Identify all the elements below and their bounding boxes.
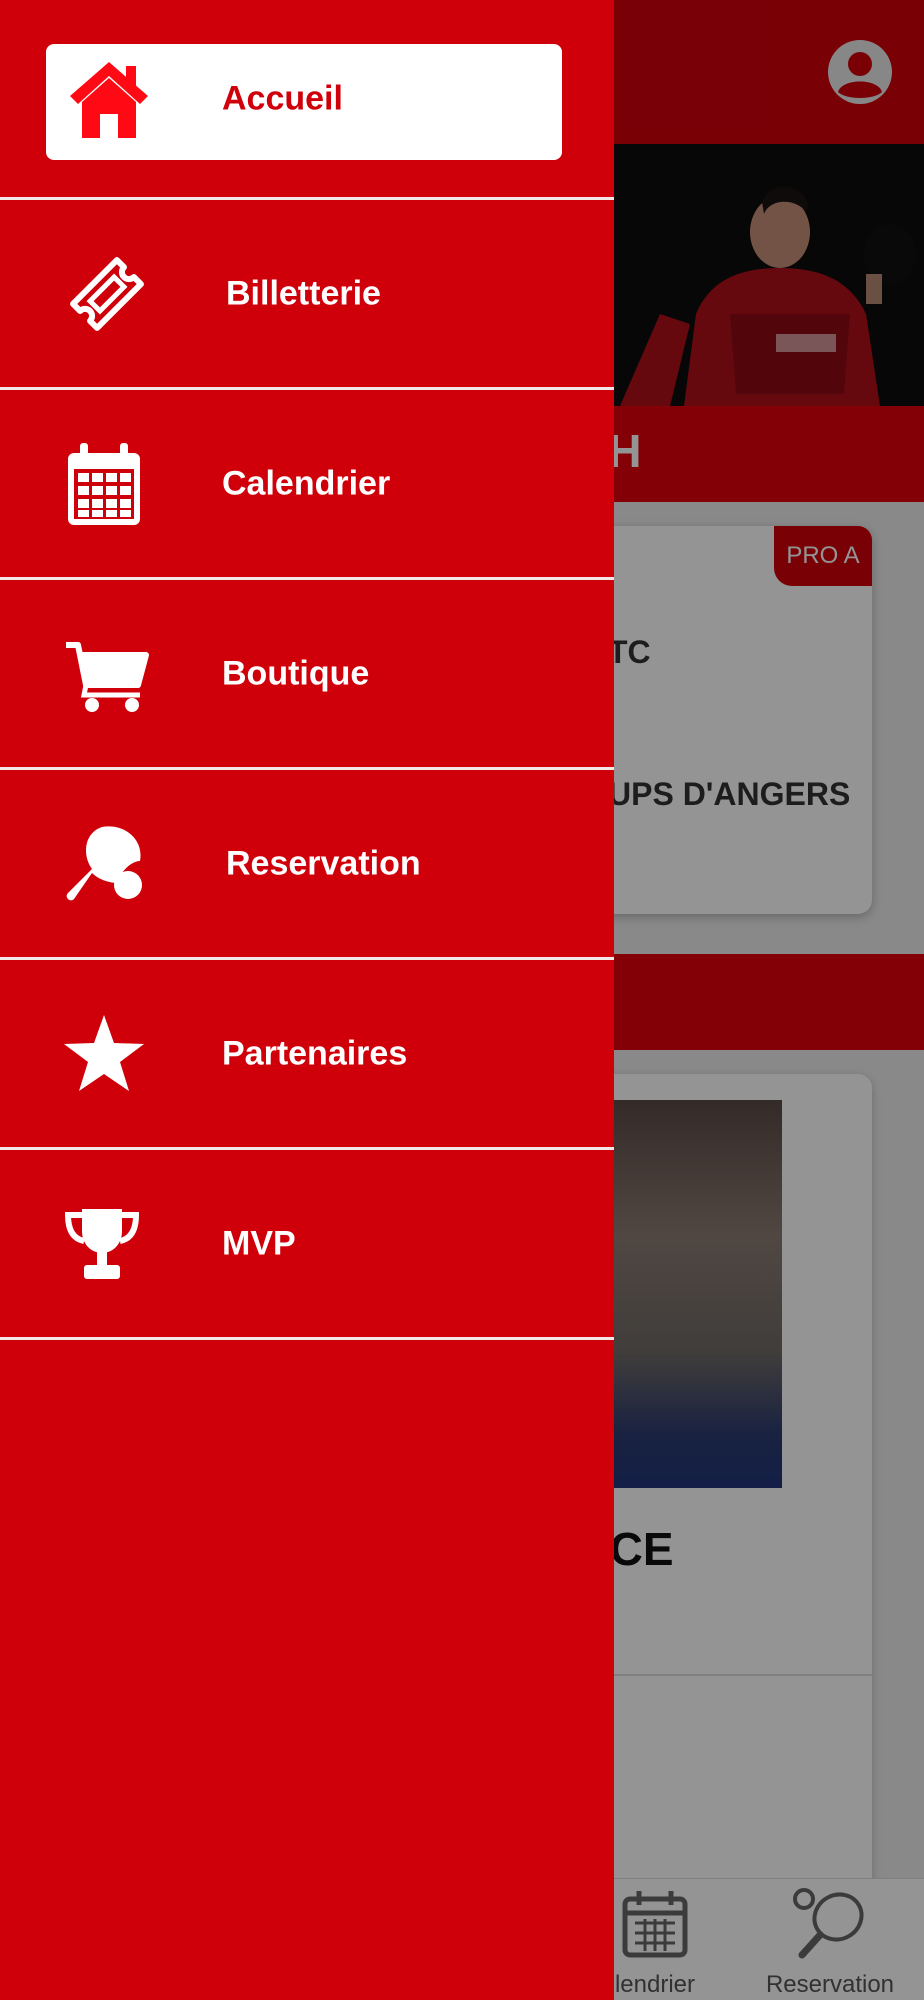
drawer-item-partenaires[interactable]: Partenaires	[0, 960, 614, 1150]
drawer-item-label: Boutique	[222, 654, 370, 692]
trophy-icon	[64, 1208, 140, 1279]
calendar-icon	[68, 442, 140, 525]
drawer-item-label: Partenaires	[222, 1034, 408, 1072]
drawer-item-accueil[interactable]: Accueil	[0, 0, 614, 200]
star-icon	[64, 1014, 144, 1091]
drawer-item-billetterie[interactable]: Billetterie	[0, 200, 614, 390]
drawer-item-mvp[interactable]: MVP	[0, 1150, 614, 1340]
ping-pong-icon	[66, 825, 142, 900]
drawer-item-label: Billetterie	[226, 274, 381, 312]
drawer-item-boutique[interactable]: Boutique	[0, 580, 614, 770]
drawer-item-reservation[interactable]: Reservation	[0, 770, 614, 960]
cart-icon	[66, 641, 149, 712]
ticket-icon	[70, 256, 144, 331]
drawer-item-label: MVP	[222, 1224, 296, 1262]
drawer-item-label: Calendrier	[222, 464, 391, 502]
drawer-item-calendrier[interactable]: Calendrier	[0, 390, 614, 580]
drawer-item-label: Accueil	[222, 79, 343, 117]
drawer-item-label: Reservation	[226, 844, 421, 882]
home-icon	[70, 61, 148, 138]
navigation-drawer: Accueil Billetterie Calendrier Boutique …	[0, 0, 614, 2000]
